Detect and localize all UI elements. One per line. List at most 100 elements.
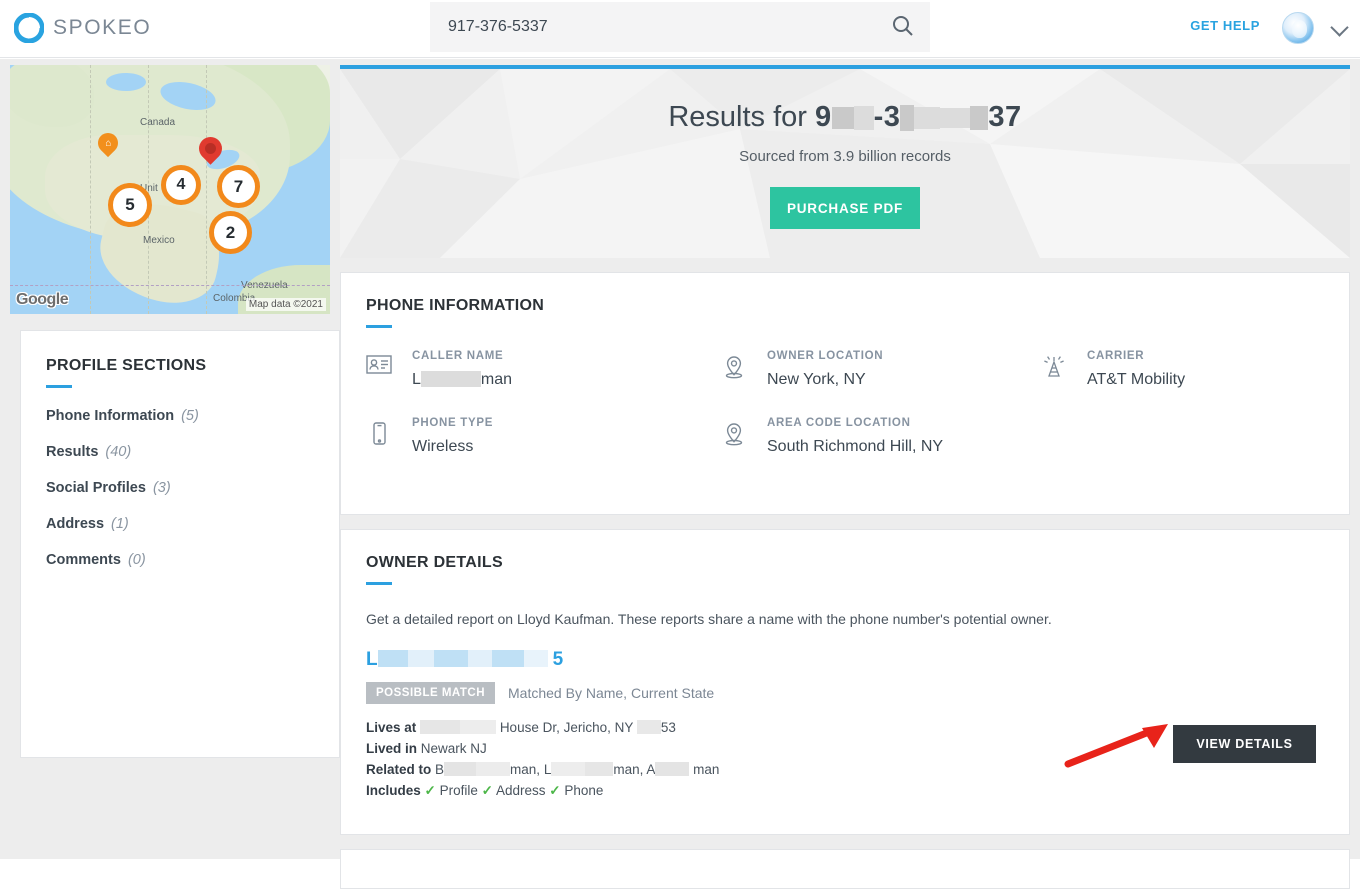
left-column: Canada Unit Mexico Venezuela Colombia ⌂ … [10, 65, 340, 758]
map-label: Mexico [143, 235, 175, 246]
chevron-down-icon[interactable] [1330, 18, 1349, 37]
field-label: CARRIER [1087, 350, 1145, 362]
includes-item: Profile [439, 783, 478, 798]
results-subtitle: Sourced from 3.9 billion records [739, 148, 951, 165]
sidebar-item-social-profiles[interactable]: Social Profiles (3) [21, 460, 339, 496]
sidebar-item-count: (5) [181, 408, 199, 424]
map-attribution: Map data ©2021 [245, 298, 326, 311]
sidebar-item-comments[interactable]: Comments (0) [21, 532, 339, 568]
number-part-2: -3 [873, 101, 901, 133]
profile-sections-title: PROFILE SECTIONS [46, 357, 207, 374]
redaction-block [407, 650, 434, 667]
map-cluster-marker[interactable]: 7 [217, 165, 260, 208]
lived-in-label: Lived in [366, 741, 418, 756]
lives-at-zip-end: 53 [660, 720, 676, 735]
map-cluster-marker[interactable]: 5 [108, 183, 152, 227]
map-gridline [90, 65, 91, 314]
check-icon: ✓ [481, 783, 493, 798]
map-landmass-alaska [10, 65, 94, 127]
related-name-2: L [543, 762, 552, 777]
redaction-block [853, 106, 874, 131]
search-bar[interactable] [430, 2, 930, 52]
redaction-block [636, 720, 661, 734]
map-cluster-marker[interactable]: 4 [161, 165, 201, 205]
redaction-block [655, 762, 690, 776]
right-column: Results for 9 -3 37 Sourced from 3.9 billi… [340, 65, 1350, 889]
map-label: Canada [140, 117, 176, 128]
field-label: CALLER NAME [412, 350, 504, 362]
owner-details-description: Get a detailed report on Lloyd Kaufman. … [366, 611, 1052, 627]
redaction-block [900, 105, 915, 132]
field-value: South Richmond Hill, NY [767, 438, 944, 455]
number-part-3: 37 [988, 101, 1022, 133]
owner-name-suffix: 5 [552, 649, 564, 670]
grid-spacer [1041, 417, 1349, 484]
field-carrier: CARRIER AT&T Mobility [1041, 350, 1349, 389]
sidebar-item-count: (0) [127, 552, 146, 568]
home-icon: ⌂ [104, 137, 112, 149]
sidebar-item-label: Comments [46, 552, 121, 568]
status-badge: POSSIBLE MATCH [366, 682, 496, 704]
phone-information-heading: PHONE INFORMATION [366, 297, 545, 314]
site-header: SPOKEO GET HELP [0, 0, 1360, 58]
profile-sections-card: PROFILE SECTIONS Phone Information (5) Re… [20, 330, 340, 758]
search-button[interactable] [876, 2, 930, 52]
lived-in-value: Newark NJ [420, 741, 487, 756]
check-icon: ✓ [549, 783, 561, 798]
owner-name-link[interactable]: L5 [341, 627, 1349, 671]
results-hero: Results for 9 -3 37 Sourced from 3.9 billi… [340, 65, 1350, 258]
sidebar-item-address[interactable]: Address (1) [21, 496, 339, 532]
sidebar-item-results[interactable]: Results (40) [21, 424, 339, 460]
match-row: POSSIBLE MATCH Matched By Name, Current … [341, 671, 1349, 704]
redaction-block [460, 720, 497, 734]
get-help-link[interactable]: GET HELP [1190, 18, 1260, 33]
lives-at-value: House Dr, Jericho, NY [499, 720, 634, 735]
results-map[interactable]: Canada Unit Mexico Venezuela Colombia ⌂ … [10, 65, 330, 314]
redaction-block [551, 762, 586, 776]
field-phone-type: PHONE TYPE Wireless [366, 417, 721, 456]
spokeo-logo[interactable]: SPOKEO [13, 12, 151, 44]
redaction-block [585, 762, 614, 776]
redaction-block [444, 762, 477, 776]
includes-item: Phone [564, 783, 604, 798]
map-pin-icon [721, 350, 749, 389]
redaction-block [970, 106, 989, 131]
redaction-block [491, 650, 524, 667]
field-value: Wireless [412, 438, 474, 455]
mobile-phone-icon [366, 417, 394, 456]
user-avatar[interactable] [1282, 12, 1314, 44]
spokeo-logo-icon [13, 12, 45, 44]
related-suffix-1: man, [510, 762, 541, 777]
sidebar-item-label: Social Profiles [46, 480, 146, 496]
map-gridline [206, 65, 207, 314]
redaction-block [420, 720, 461, 734]
search-input[interactable] [430, 2, 876, 52]
includes-item: Address [495, 783, 546, 798]
phone-information-panel: PHONE INFORMATION CALLER NAME L man OWNE… [340, 272, 1350, 515]
related-name-3: A [646, 762, 656, 777]
redaction-block [940, 108, 971, 129]
caller-id-icon [366, 350, 394, 389]
match-note: Matched By Name, Current State [508, 685, 715, 701]
redaction-block [467, 650, 492, 667]
redaction-block [433, 650, 468, 667]
sidebar-item-label: Results [46, 444, 99, 460]
map-cluster-marker[interactable]: 2 [209, 211, 252, 254]
owner-details-panel: OWNER DETAILS Get a detailed report on L… [340, 529, 1350, 835]
sidebar-item-label: Phone Information [46, 408, 175, 424]
google-logo: Google [16, 291, 69, 308]
view-details-button[interactable]: VIEW DETAILS [1173, 725, 1316, 763]
annotation-arrow-icon [1064, 724, 1168, 768]
field-owner-location: OWNER LOCATION New York, NY [721, 350, 1041, 389]
related-suffix-2: man, [613, 762, 644, 777]
related-name-1: B [435, 762, 445, 777]
purchase-pdf-button[interactable]: PURCHASE PDF [770, 187, 920, 229]
map-lake [106, 73, 146, 91]
redaction-block [476, 762, 511, 776]
sidebar-item-label: Address [46, 516, 105, 532]
field-value: Lman [412, 371, 512, 389]
next-section-card [340, 849, 1350, 889]
field-value: AT&T Mobility [1087, 371, 1186, 388]
field-area-code-location: AREA CODE LOCATION South Richmond Hill, … [721, 417, 1041, 456]
sidebar-item-phone-information[interactable]: Phone Information (5) [21, 388, 339, 424]
